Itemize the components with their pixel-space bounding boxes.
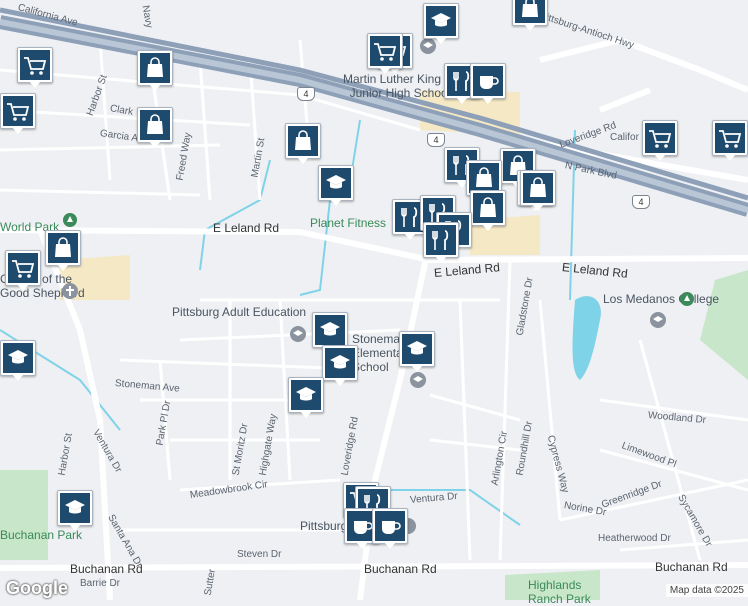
map-marker[interactable] (288, 377, 324, 418)
map-marker[interactable] (57, 490, 93, 531)
map-marker[interactable] (512, 0, 548, 31)
highway-shield-4: 4 (297, 87, 315, 101)
poi-label[interactable]: Highlands Ranch Park (528, 578, 598, 606)
cart-icon (374, 43, 397, 61)
cart-icon (12, 260, 35, 278)
cart-icon (649, 130, 672, 148)
cart-icon (7, 103, 30, 121)
school-icon (407, 341, 427, 355)
highway-shield-4: 4 (427, 133, 445, 147)
poi-label[interactable]: Los Medanos College (603, 292, 719, 306)
school-icon[interactable] (420, 38, 436, 54)
map-marker[interactable] (322, 345, 358, 386)
map-marker[interactable] (372, 508, 408, 549)
map-marker[interactable] (45, 230, 81, 271)
street-label: Buchanan Rd (364, 562, 437, 576)
street-label: Heatherwood Dr (598, 533, 671, 544)
map-marker[interactable] (137, 107, 173, 148)
school-icon (65, 500, 85, 514)
poi-label[interactable]: Planet Fitness (310, 216, 386, 230)
google-logo[interactable]: Google (6, 578, 68, 599)
shopping-bag-icon (295, 130, 311, 150)
poi-label[interactable]: Pittsburg (300, 519, 347, 533)
school-icon[interactable] (650, 312, 666, 328)
map-marker[interactable] (312, 312, 348, 353)
highway-shield-4: 4 (632, 195, 650, 209)
poi-label[interactable]: Martin Luther King Jr. Junior High Schoo… (340, 72, 460, 100)
street-label: Barrie Dr (80, 578, 121, 589)
school-icon (320, 322, 340, 336)
cart-icon (719, 130, 742, 148)
street-label: Steven Dr (237, 549, 282, 560)
map-marker[interactable] (423, 222, 459, 263)
food-icon (432, 230, 449, 250)
map-marker[interactable] (470, 63, 506, 104)
map-marker[interactable] (5, 250, 41, 291)
shopping-bag-icon (476, 167, 492, 187)
shopping-bag-icon (530, 177, 546, 197)
map-marker[interactable] (520, 170, 556, 211)
map-marker[interactable] (712, 120, 748, 161)
school-icon (296, 387, 316, 401)
church-icon[interactable] (62, 283, 78, 299)
park-icon[interactable] (680, 292, 694, 306)
map-marker[interactable] (399, 331, 435, 372)
map-marker[interactable] (470, 190, 506, 231)
school-icon (326, 175, 346, 189)
park-icon[interactable] (63, 213, 77, 227)
map-marker[interactable] (642, 120, 678, 161)
coffee-icon (382, 521, 401, 534)
school-icon (431, 13, 451, 27)
street-label: E Leland Rd (213, 221, 280, 235)
map-marker[interactable] (0, 93, 36, 134)
map-marker[interactable] (0, 340, 36, 381)
buchanan-park-area (0, 470, 48, 560)
school-icon (8, 350, 28, 364)
shopping-bag-icon (480, 197, 496, 217)
map-marker[interactable] (423, 3, 459, 44)
map-marker[interactable] (137, 50, 173, 91)
map-marker[interactable] (318, 165, 354, 206)
cart-icon (24, 57, 47, 75)
map-attribution[interactable]: Map data ©2025 (665, 584, 748, 597)
map-marker[interactable] (17, 47, 53, 88)
shopping-bag-icon (147, 57, 163, 77)
street-label: Buchanan Rd (655, 560, 728, 574)
shopping-bag-icon (147, 114, 163, 134)
shopping-bag-icon (522, 0, 538, 17)
school-icon[interactable] (290, 326, 306, 342)
school-icon (330, 355, 350, 369)
map-marker[interactable] (285, 123, 321, 164)
school-icon[interactable] (410, 372, 426, 388)
street-label: Califor (610, 132, 639, 143)
map-canvas[interactable]: 4 4 4 California Ave Navy Harbor St Clar… (0, 0, 748, 606)
map-marker[interactable] (367, 33, 403, 74)
poi-label[interactable]: Pittsburg Adult Education (172, 305, 306, 319)
coffee-icon (480, 76, 499, 89)
shopping-bag-icon (55, 237, 71, 257)
street-label: Buchanan Rd (70, 562, 143, 576)
